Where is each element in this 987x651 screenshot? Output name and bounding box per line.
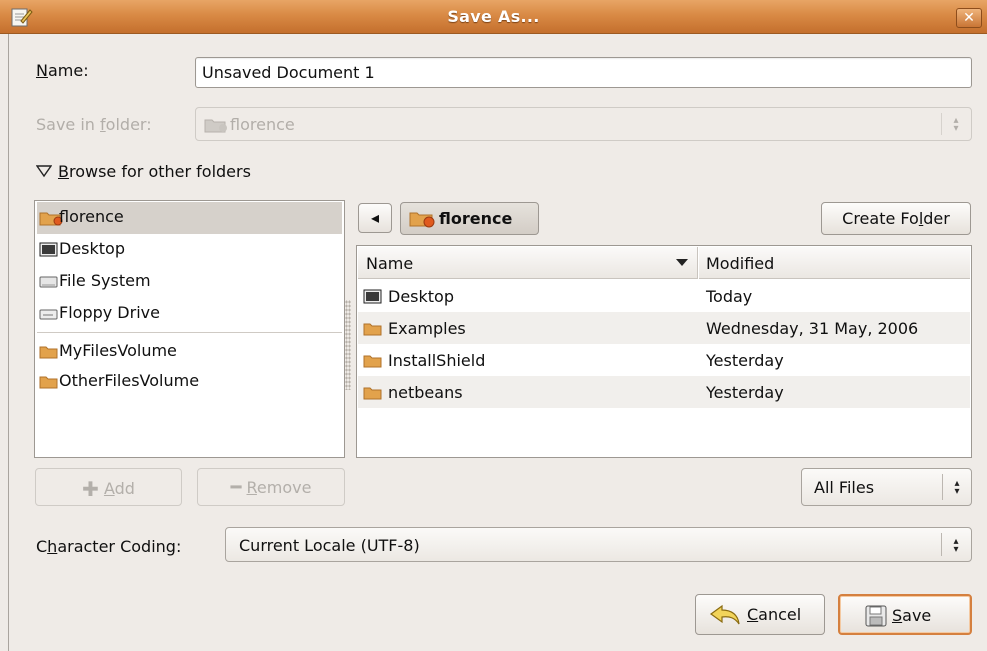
folder-icon	[363, 387, 382, 400]
floppy-drive-icon	[39, 309, 58, 320]
column-header-name[interactable]: Name	[358, 247, 698, 279]
close-icon: ✕	[963, 10, 975, 26]
name-field[interactable]: Unsaved Document 1	[195, 57, 972, 88]
places-item-florence[interactable]: florence	[37, 202, 342, 234]
harddisk-icon	[39, 276, 58, 288]
file-list: Name Modified Desktop Today Examples Wed…	[356, 245, 972, 458]
file-row[interactable]: Examples Wednesday, 31 May, 2006	[358, 312, 970, 344]
window-frame	[8, 34, 9, 651]
home-folder-icon	[204, 119, 227, 133]
remove-place-button[interactable]: ━ Remove	[197, 468, 345, 506]
file-filter-combo[interactable]: All Files ▴ ▾	[801, 468, 972, 506]
places-item-otherfilesvolume[interactable]: OtherFilesVolume	[37, 366, 342, 398]
folder-icon	[39, 376, 58, 389]
save-in-folder-combo[interactable]: florence ▴ ▾	[195, 107, 972, 141]
browse-expander[interactable]: Browse for other folders	[35, 162, 251, 181]
file-row[interactable]: InstallShield Yesterday	[358, 344, 970, 376]
updown-icon: ▴ ▾	[953, 536, 959, 555]
desktop-icon	[363, 289, 382, 304]
places-item-myfilesvolume[interactable]: MyFilesVolume	[37, 336, 342, 368]
save-in-folder-label: Save in folder:	[36, 115, 152, 134]
expander-arrow-icon	[35, 165, 53, 178]
name-label: Name:	[36, 61, 89, 80]
window-title: Save As...	[447, 7, 540, 26]
save-in-folder-value: florence	[230, 115, 295, 134]
file-row[interactable]: Desktop Today	[358, 280, 970, 312]
updown-icon: ▴ ▾	[954, 478, 960, 497]
back-arrow-icon: ◂	[370, 208, 380, 227]
path-back-button[interactable]: ◂	[358, 203, 392, 233]
folder-icon	[363, 323, 382, 336]
path-button-florence[interactable]: florence	[400, 202, 539, 235]
updown-icon: ▴ ▾	[953, 115, 959, 134]
sort-descending-icon	[676, 259, 688, 266]
name-field-value: Unsaved Document 1	[202, 63, 375, 82]
places-divider	[37, 332, 342, 333]
plus-icon: ✚	[82, 477, 99, 501]
create-folder-button[interactable]: Create Folder	[821, 202, 971, 235]
places-item-file-system[interactable]: File System	[37, 266, 342, 298]
folder-icon	[363, 355, 382, 368]
close-button[interactable]: ✕	[956, 8, 982, 28]
cancel-button[interactable]: Cancel	[695, 594, 825, 635]
undo-arrow-icon	[709, 604, 740, 625]
places-item-floppy-drive[interactable]: Floppy Drive	[37, 298, 342, 330]
file-row[interactable]: netbeans Yesterday	[358, 376, 970, 408]
column-header-modified[interactable]: Modified	[699, 247, 970, 279]
character-coding-label: Character Coding:	[36, 537, 182, 556]
pane-resize-handle[interactable]	[345, 300, 351, 390]
minus-icon: ━	[230, 477, 242, 498]
title-bar[interactable]: Save As... ✕	[0, 0, 987, 34]
folder-icon	[39, 346, 58, 359]
character-coding-combo[interactable]: Current Locale (UTF-8) ▴ ▾	[225, 527, 972, 562]
places-panel: florence Desktop File System Floppy Driv…	[34, 200, 345, 458]
desktop-icon	[39, 242, 58, 257]
floppy-save-icon	[865, 605, 887, 627]
home-folder-icon	[409, 212, 435, 228]
save-button[interactable]: Save	[838, 594, 972, 635]
places-item-desktop[interactable]: Desktop	[37, 234, 342, 266]
add-place-button[interactable]: ✚ Add	[35, 468, 182, 506]
